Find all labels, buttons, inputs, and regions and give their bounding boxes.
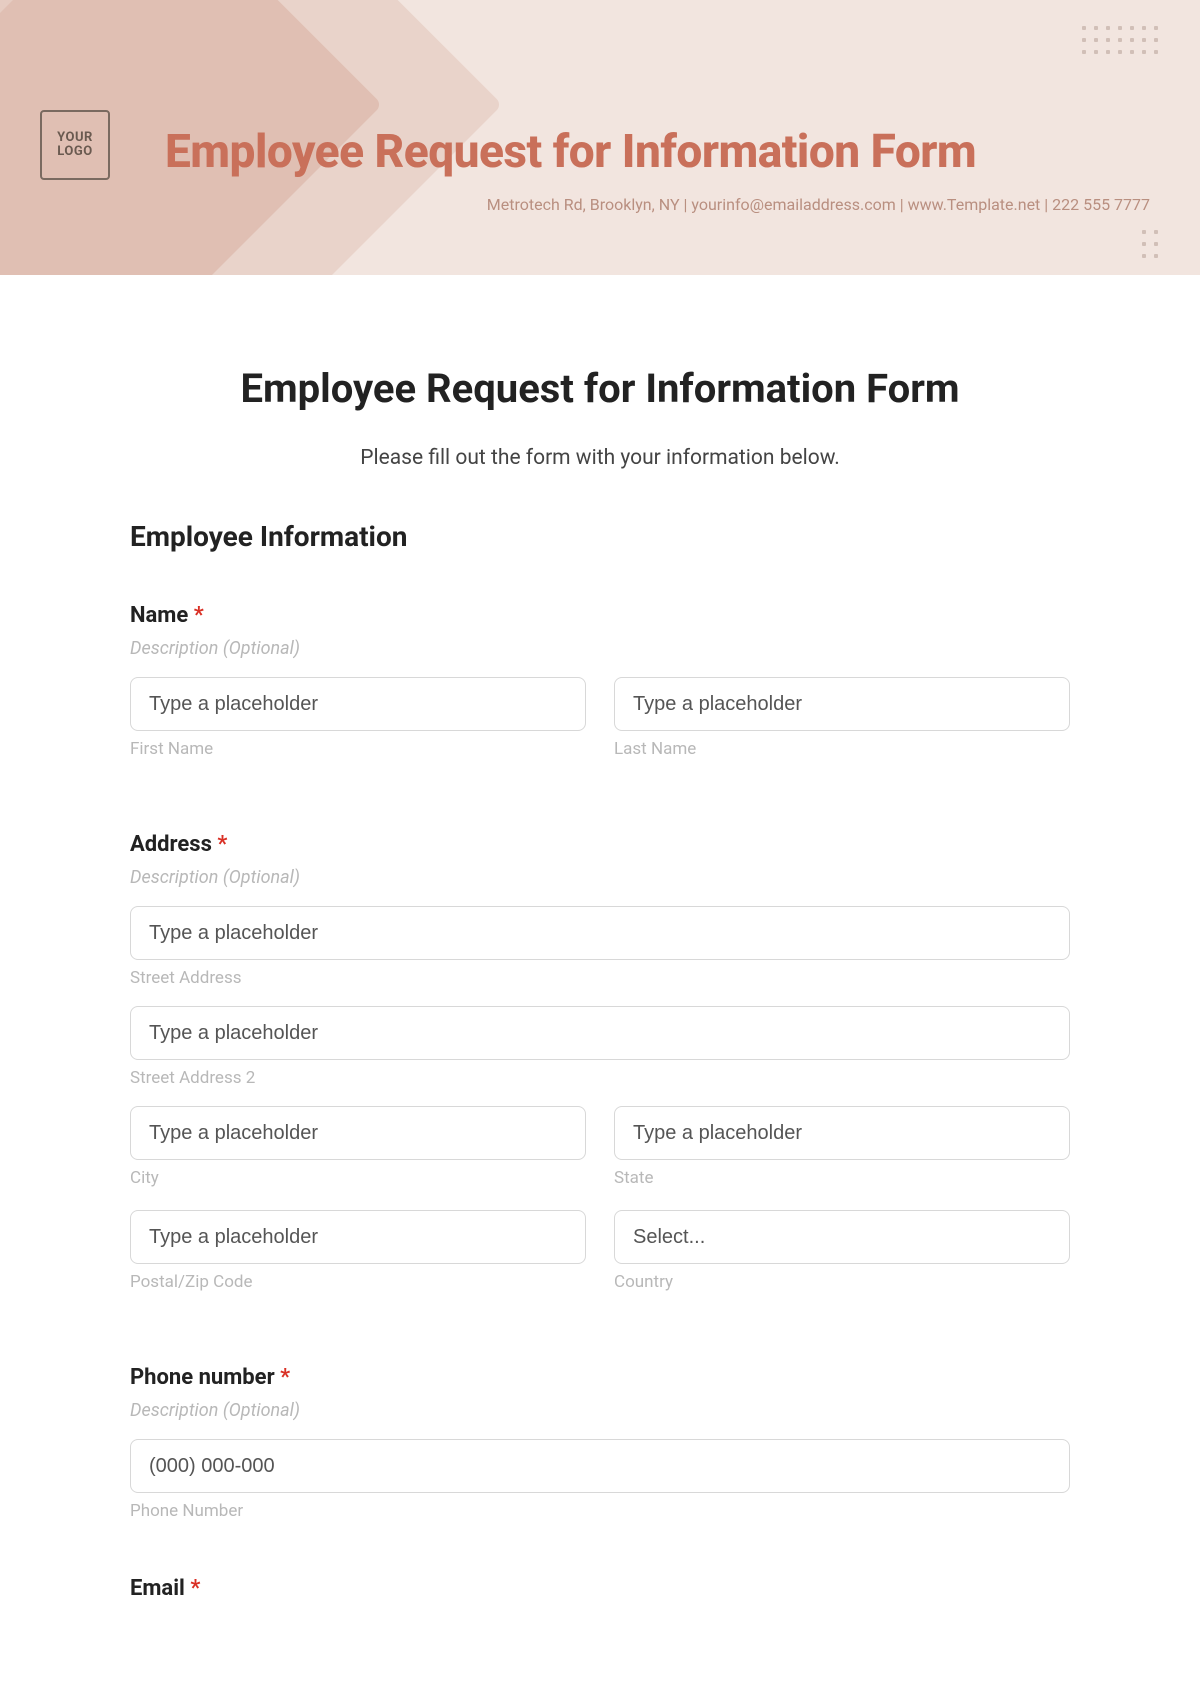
sublabel-first-name: First Name [130,739,586,759]
banner-decor-dots-top [1082,26,1160,56]
required-mark: * [217,832,227,857]
field-group-name: Name * Description (Optional) First Name… [130,603,1070,777]
sublabel-street: Street Address [130,968,1070,988]
banner-title: Employee Request for Information Form [165,125,976,179]
field-group-address: Address * Description (Optional) Street … [130,832,1070,1310]
sublabel-city: City [130,1168,586,1188]
section-title-employee-info: Employee Information [130,520,1070,553]
banner-decor-dots-mid [1142,230,1160,260]
form-body: Employee Request for Information Form Pl… [0,275,1200,1671]
state-input[interactable] [614,1106,1070,1160]
street-address-input[interactable] [130,906,1070,960]
label-address-text: Address [130,832,212,857]
label-email-text: Email [130,1576,185,1601]
country-select[interactable] [614,1210,1070,1264]
sublabel-phone: Phone Number [130,1501,1070,1521]
sublabel-last-name: Last Name [614,739,1070,759]
form-intro: Please fill out the form with your infor… [130,446,1070,470]
label-phone-text: Phone number [130,1365,275,1390]
required-mark: * [280,1365,290,1390]
logo-text: YOUR LOGO [42,131,108,160]
desc-name: Description (Optional) [130,638,1070,659]
postal-code-input[interactable] [130,1210,586,1264]
phone-input[interactable] [130,1439,1070,1493]
first-name-input[interactable] [130,677,586,731]
label-phone: Phone number * [130,1365,1070,1390]
page: YOUR LOGO Employee Request for Informati… [0,0,1200,1671]
label-name-text: Name [130,603,188,628]
required-mark: * [194,603,204,628]
field-group-phone: Phone number * Description (Optional) Ph… [130,1365,1070,1521]
sublabel-country: Country [614,1272,1070,1292]
logo-placeholder: YOUR LOGO [40,110,110,180]
desc-phone: Description (Optional) [130,1400,1070,1421]
form-title: Employee Request for Information Form [130,365,1070,412]
sublabel-state: State [614,1168,1070,1188]
label-email: Email * [130,1576,1070,1601]
desc-address: Description (Optional) [130,867,1070,888]
sublabel-street2: Street Address 2 [130,1068,1070,1088]
label-address: Address * [130,832,1070,857]
city-input[interactable] [130,1106,586,1160]
required-mark: * [190,1576,200,1601]
street-address-2-input[interactable] [130,1006,1070,1060]
banner-subline: Metrotech Rd, Brooklyn, NY | yourinfo@em… [165,195,1150,214]
header-banner: YOUR LOGO Employee Request for Informati… [0,0,1200,275]
label-name: Name * [130,603,1070,628]
last-name-input[interactable] [614,677,1070,731]
sublabel-postal: Postal/Zip Code [130,1272,586,1292]
field-group-email: Email * [130,1576,1070,1601]
